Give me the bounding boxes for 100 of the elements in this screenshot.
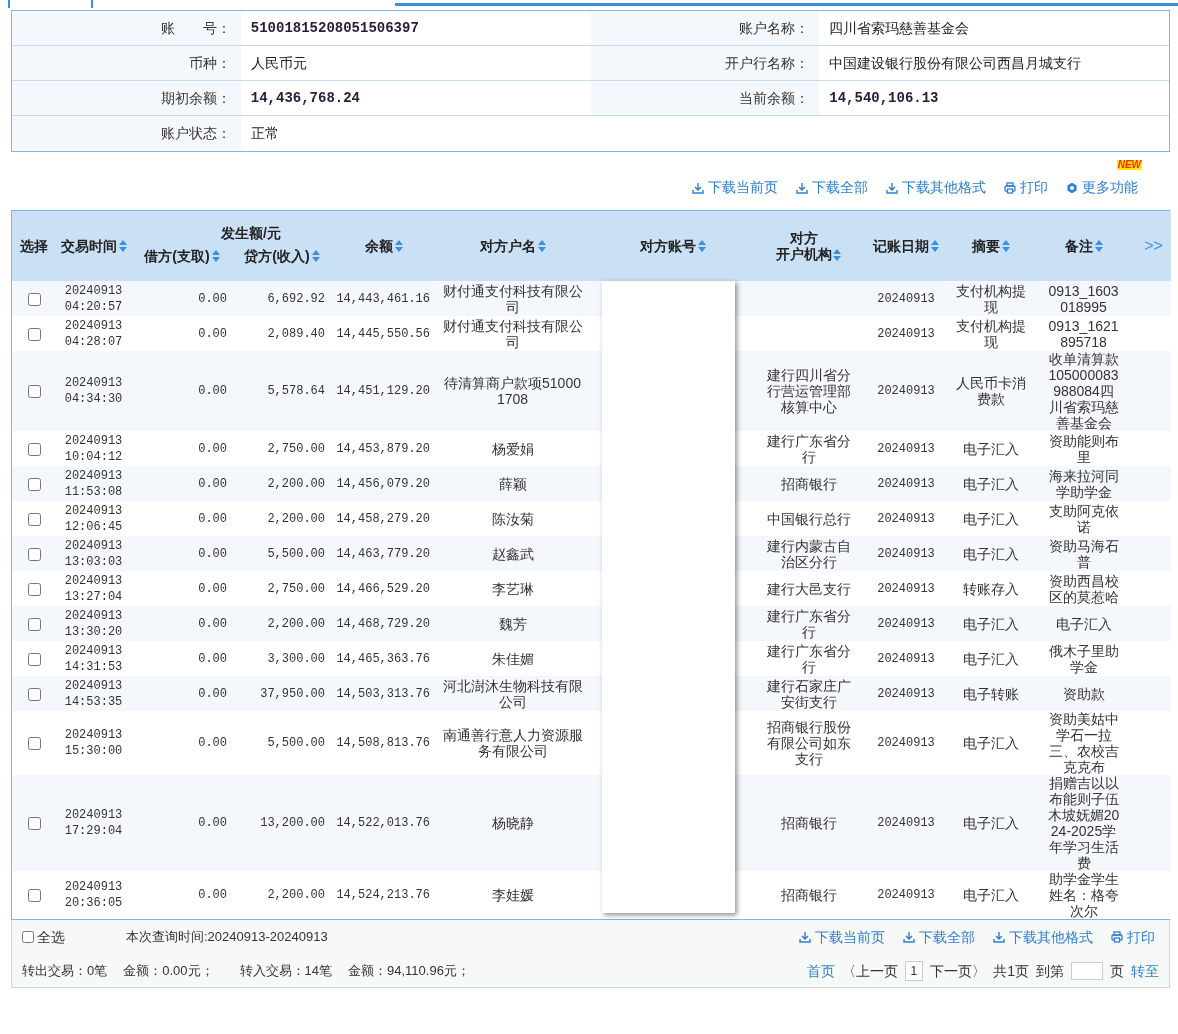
credit-amount: 5,500.00 — [267, 546, 325, 561]
counterparty-name: 河北澍沐生物科技有限公司 — [442, 677, 583, 710]
row-checkbox[interactable] — [27, 512, 41, 526]
posting-date: 20240913 — [877, 581, 935, 596]
transaction-stat: 转入交易：14笔 — [239, 962, 332, 981]
page-number-field[interactable] — [1071, 962, 1103, 980]
posting-date: 20240913 — [877, 816, 935, 830]
row-checkbox[interactable] — [27, 617, 41, 631]
goto-button[interactable]: 转至 — [1131, 960, 1159, 982]
balance-amount: 14,522,013.76 — [336, 816, 430, 830]
row-checkbox[interactable] — [27, 477, 41, 491]
field-value: 51001815208051506397 — [250, 18, 419, 38]
balance-amount: 14,465,363.76 — [336, 651, 430, 666]
download-icon — [799, 931, 811, 943]
transaction-time: 13:30:20 — [63, 623, 124, 640]
posting-date: 20240913 — [877, 511, 935, 526]
counterparty-name: 财付通支付科技有限公司 — [442, 282, 583, 315]
debit-amount: 0.00 — [198, 616, 227, 631]
balance-amount: 14,466,529.20 — [336, 581, 430, 596]
row-checkbox[interactable] — [27, 582, 41, 596]
counterparty-name: 李艺琳 — [491, 580, 534, 597]
toolbar-link[interactable]: 下载全部 — [796, 177, 868, 198]
toolbar-link[interactable]: 下载其他格式 — [886, 177, 986, 198]
download-icon — [903, 931, 915, 943]
tab-edge[interactable] — [8, 0, 93, 8]
remark-text: 0913_1621895718 — [1048, 317, 1119, 350]
counterparty-bank: 建行广东省分行 — [766, 642, 851, 675]
summary-text: 电子汇入 — [963, 887, 1019, 903]
footer-link[interactable]: 下载当前页 — [799, 926, 885, 948]
row-checkbox[interactable] — [27, 817, 41, 831]
select-all-checkbox[interactable] — [22, 931, 34, 943]
column-header: 摘要 — [972, 238, 1000, 254]
query-time-text: 本次查询时间:20240913-20240913 — [126, 928, 328, 947]
column-header: 开户机构 — [776, 246, 832, 262]
field-value: 14,540,106.13 — [829, 88, 939, 108]
balance-amount: 14,445,550.56 — [336, 326, 430, 341]
previous-page-link[interactable]: 〈上一页 — [841, 960, 898, 982]
counterparty-bank: 招商银行 — [780, 815, 837, 831]
credit-amount: 3,300.00 — [267, 651, 325, 666]
transaction-date: 20240913 — [63, 537, 124, 554]
counterparty-name: 魏芳 — [498, 615, 527, 632]
field-label: 当前余额： — [739, 88, 810, 108]
current-page[interactable]: 1 — [904, 961, 924, 981]
select-all-label[interactable]: 全选 — [37, 926, 65, 948]
column-header: 记账日期 — [873, 238, 929, 254]
column-header: 贷方(收入) — [244, 248, 310, 264]
counterparty-bank: 建行内蒙古自治区分行 — [766, 537, 851, 570]
row-checkbox[interactable] — [27, 737, 41, 751]
summary-text: 电子汇入 — [963, 475, 1019, 492]
field-label: 账 号： — [160, 18, 231, 38]
transaction-date: 20240913 — [63, 727, 124, 743]
column-header: 选择 — [20, 238, 48, 254]
remark-text: 收单清算款105000083988084四川省索玛慈善基金会 — [1048, 351, 1119, 431]
toolbar-link[interactable]: 更多功能 — [1066, 177, 1138, 198]
row-checkbox[interactable] — [27, 889, 41, 903]
footer-link[interactable]: 打印 — [1111, 926, 1155, 948]
debit-amount: 0.00 — [198, 476, 227, 491]
transaction-date: 20240913 — [63, 467, 124, 484]
row-checkbox[interactable] — [27, 292, 41, 306]
row-checkbox[interactable] — [27, 687, 41, 701]
remark-text: 资助款 — [1062, 685, 1105, 702]
transaction-time: 13:03:03 — [63, 553, 124, 570]
row-checkbox[interactable] — [27, 547, 41, 561]
counterparty-name: 李娃媛 — [491, 887, 534, 903]
credit-amount: 13,200.00 — [260, 816, 325, 830]
posting-date: 20240913 — [877, 546, 935, 561]
posting-date: 20240913 — [877, 888, 935, 902]
first-page-link[interactable]: 首页 — [806, 960, 835, 982]
summary-text: 电子汇入 — [963, 545, 1019, 562]
toolbar-link[interactable]: 下载当前页 — [692, 177, 778, 198]
row-checkbox[interactable] — [27, 652, 41, 666]
footer-link[interactable]: 下载其他格式 — [993, 926, 1093, 948]
remark-text: 0913_1603018995 — [1048, 282, 1119, 315]
posting-date: 20240913 — [877, 384, 935, 398]
balance-amount: 14,524,213.76 — [336, 888, 430, 902]
remark-text: 电子汇入 — [1055, 615, 1112, 632]
credit-amount: 5,500.00 — [267, 736, 325, 750]
debit-amount: 0.00 — [198, 816, 227, 830]
toolbar-link[interactable]: 打印 — [1004, 177, 1048, 198]
posting-date: 20240913 — [877, 326, 935, 341]
remark-text: 资助马海石普 — [1048, 537, 1119, 570]
remark-text: 资助美姑中学石一拉三、农校吉克克布 — [1048, 711, 1119, 775]
row-checkbox[interactable] — [27, 442, 41, 456]
row-checkbox[interactable] — [27, 385, 41, 399]
column-header: 对方户名 — [479, 238, 536, 254]
debit-amount: 0.00 — [198, 384, 227, 398]
transaction-date: 20240913 — [63, 807, 124, 823]
footer-link[interactable]: 下载全部 — [903, 926, 975, 948]
row-checkbox[interactable] — [27, 327, 41, 341]
counterparty-name: 陈汝菊 — [491, 510, 534, 527]
remark-text: 支助阿克依诺 — [1048, 502, 1119, 535]
more-columns-link[interactable]: >> — [1144, 237, 1163, 254]
transaction-time: 04:28:07 — [63, 333, 124, 350]
transaction-time: 20:36:05 — [63, 895, 124, 911]
transaction-stat: 金额：94,110.96元； — [348, 962, 470, 981]
transaction-time: 14:53:35 — [63, 693, 124, 710]
debit-amount: 0.00 — [198, 888, 227, 902]
posting-date: 20240913 — [877, 616, 935, 631]
debit-amount: 0.00 — [198, 581, 227, 596]
next-page-link[interactable]: 下一页〉 — [930, 960, 987, 982]
